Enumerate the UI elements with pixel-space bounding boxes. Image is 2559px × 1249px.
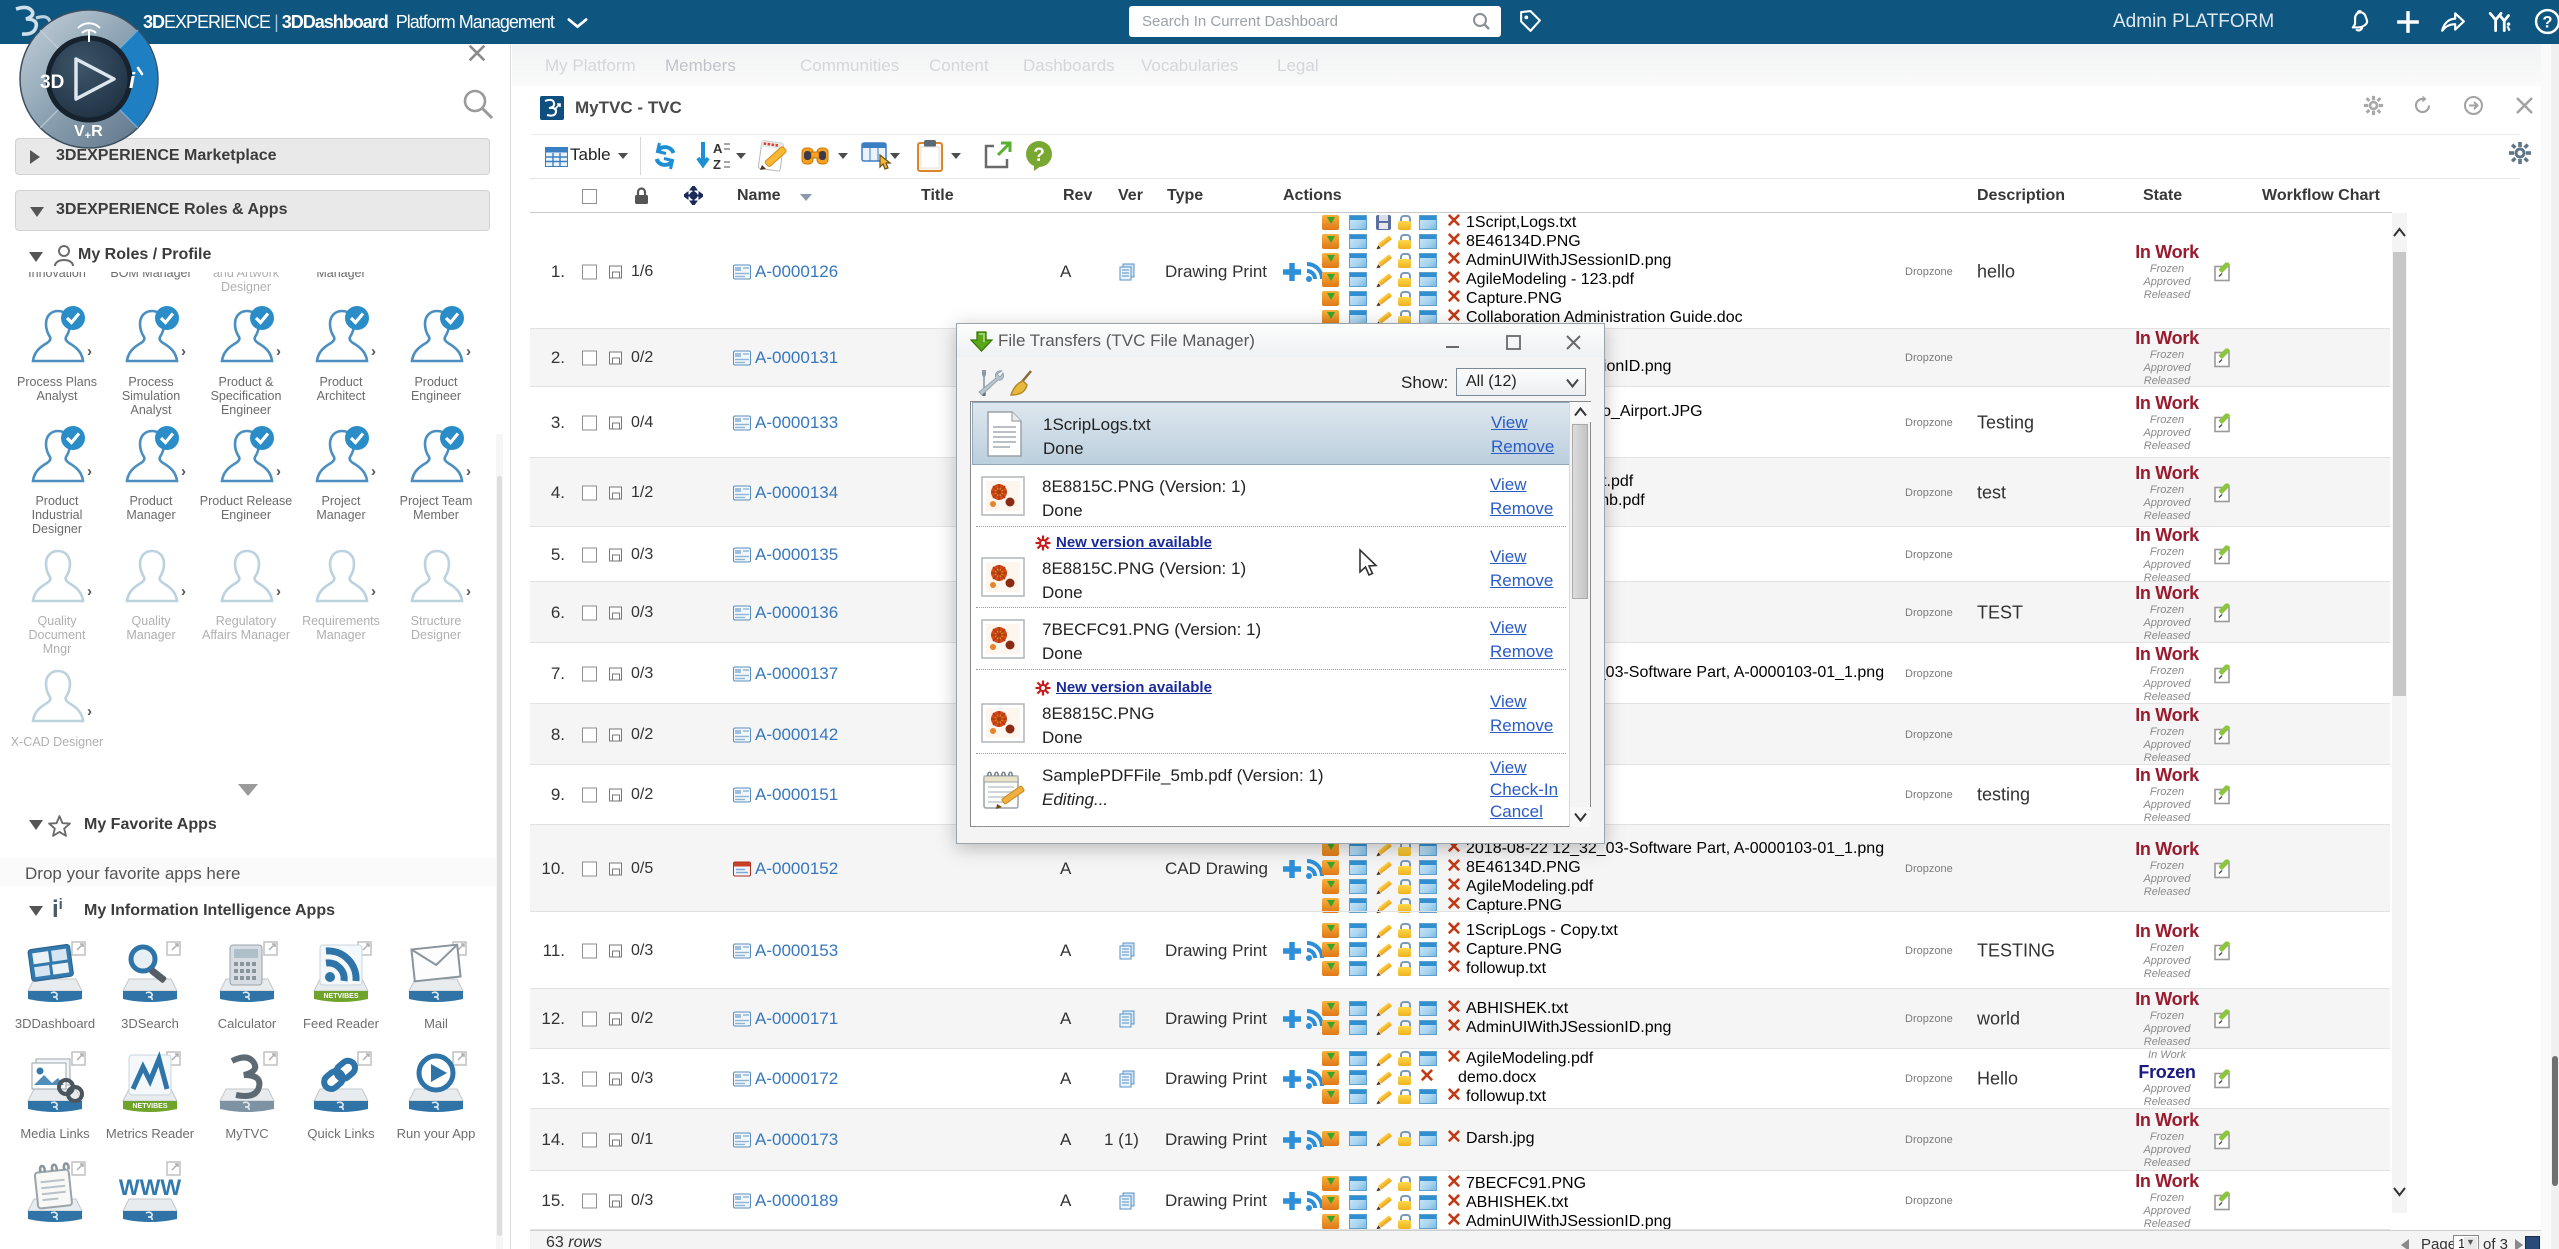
svg-text:NETVIBES: NETVIBES — [132, 1103, 167, 1110]
svg-text:i: i — [129, 68, 136, 93]
svg-text:Z: Z — [713, 157, 721, 172]
svg-text:WWW: WWW — [119, 1175, 182, 1200]
svg-text:A: A — [713, 141, 723, 156]
svg-text:3D: 3D — [40, 72, 64, 93]
svg-text:?: ? — [1033, 145, 1045, 166]
svg-text:?: ? — [2542, 13, 2552, 32]
svg-text:NETVIBES: NETVIBES — [323, 993, 358, 1000]
